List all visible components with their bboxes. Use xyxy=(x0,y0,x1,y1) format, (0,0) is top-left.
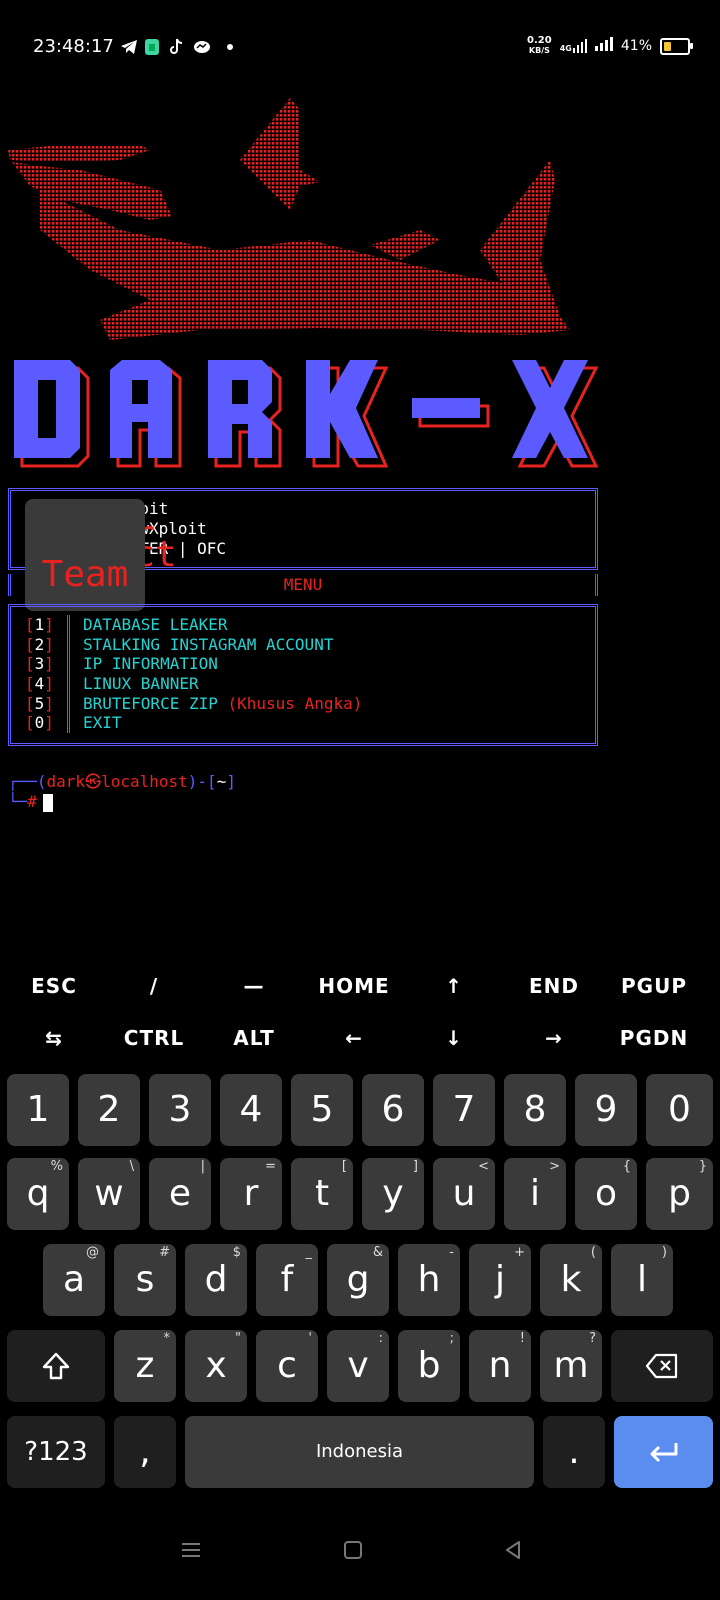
key-u[interactable]: u < xyxy=(433,1158,495,1230)
enter-key[interactable] xyxy=(614,1416,713,1488)
key-q[interactable]: q% xyxy=(7,1158,69,1230)
pgdn-key[interactable]: PGDN xyxy=(604,1012,704,1064)
status-bar: 23:48:17 0.20 KB/S 4G 41% xyxy=(0,0,720,96)
alt-key[interactable]: ALT xyxy=(204,1012,304,1064)
key-i[interactable]: i > xyxy=(504,1158,566,1230)
key-9[interactable]: 9 xyxy=(575,1074,637,1146)
battery-icon xyxy=(660,37,693,55)
back-nav-icon[interactable] xyxy=(503,1540,523,1564)
key-n[interactable]: n! xyxy=(469,1330,531,1402)
key-w[interactable]: w \ xyxy=(78,1158,140,1230)
key-r[interactable]: r = xyxy=(220,1158,282,1230)
dot-icon xyxy=(226,38,234,56)
key-y[interactable]: y] xyxy=(362,1158,424,1230)
menu-nav-icon[interactable] xyxy=(180,1540,202,1564)
menu-option: [3] IP INFORMATION xyxy=(25,654,218,675)
menu-option: [1] DATABASE LEAKER xyxy=(25,615,228,635)
key-t[interactable]: t[ xyxy=(291,1158,353,1230)
key-h[interactable]: h- xyxy=(398,1244,460,1316)
info-row-team: Team:DARK XPLOITER | OFC xyxy=(25,539,581,611)
key-7[interactable]: 7 xyxy=(433,1074,495,1146)
ctrl-key[interactable]: CTRL xyxy=(104,1012,204,1064)
pgup-key[interactable]: PGUP xyxy=(604,960,704,1012)
menu-option: [5] BRUTEFORCE ZIP (Khusus Angka) xyxy=(25,693,363,714)
info-row-contact: Contact:t.me/ShadowXploit xyxy=(25,519,581,591)
right-arrow-key[interactable]: → xyxy=(504,1012,604,1064)
comma-key[interactable]: , xyxy=(114,1416,176,1488)
key-g[interactable]: g & xyxy=(327,1244,389,1316)
key-5[interactable]: 5 xyxy=(291,1074,353,1146)
key-f[interactable]: f _ xyxy=(256,1244,318,1316)
home-nav-icon[interactable] xyxy=(343,1540,363,1564)
soft-keyboard: 1 2 3 4 5 6 7 8 9 0 q% w \ e | r = t[ y] u <… xyxy=(0,1068,720,1518)
slash-key[interactable]: / xyxy=(104,960,204,1012)
navigation-bar xyxy=(0,1520,720,1600)
network-4g-icon: 4G xyxy=(560,39,587,53)
period-key[interactable]: . xyxy=(543,1416,605,1488)
net-speed: 0.20 KB/S xyxy=(527,35,552,56)
clock: 23:48:17 xyxy=(33,36,114,57)
key-a[interactable]: a @ xyxy=(43,1244,105,1316)
menu-option: [2] STALKING INSTAGRAM ACCOUNT xyxy=(25,634,334,655)
dash-key[interactable]: — xyxy=(204,960,304,1012)
key-s[interactable]: s # xyxy=(114,1244,176,1316)
info-row-author: Author:Shadow Xploit xyxy=(25,499,581,571)
key-1[interactable]: 1 xyxy=(7,1074,69,1146)
signal-icon xyxy=(594,37,613,55)
sim-icon xyxy=(144,38,160,56)
backspace-icon xyxy=(645,1353,678,1379)
symbols-key[interactable]: ?123 xyxy=(7,1416,105,1488)
text-cursor xyxy=(42,793,53,812)
battery-percent: 41% xyxy=(620,38,652,54)
menu-option: [0] EXIT xyxy=(25,713,122,734)
key-b[interactable]: b; xyxy=(398,1330,460,1402)
up-arrow-key[interactable]: ↑ xyxy=(404,960,504,1012)
left-arrow-key[interactable]: ← xyxy=(304,1012,404,1064)
esc-key[interactable]: ESC xyxy=(4,960,104,1012)
status-right: 0.20 KB/S 4G 41% xyxy=(527,35,693,56)
home-key[interactable]: HOME xyxy=(304,960,404,1012)
end-key[interactable]: END xyxy=(504,960,604,1012)
tab-key[interactable]: ⇆ xyxy=(4,1012,104,1064)
key-2[interactable]: 2 xyxy=(78,1074,140,1146)
info-box: Author:Shadow Xploit Contact:t.me/Shadow… xyxy=(8,488,598,611)
key-8[interactable]: 8 xyxy=(504,1074,566,1146)
key-d[interactable]: d $ xyxy=(185,1244,247,1316)
menu-title: MENU xyxy=(8,574,598,596)
key-e[interactable]: e | xyxy=(149,1158,211,1230)
menu-options-box: [1] DATABASE LEAKER [2] STALKING INSTAGRAM… xyxy=(8,604,598,746)
backspace-key[interactable] xyxy=(611,1330,713,1402)
key-l[interactable]: l) xyxy=(611,1244,673,1316)
down-arrow-key[interactable]: ↓ xyxy=(404,1012,504,1064)
key-z[interactable]: z * xyxy=(114,1330,176,1402)
termux-extra-keys: ESC / — HOME ↑ END PGUP ⇆ CTRL ALT ← ↓ →… xyxy=(0,960,720,1064)
key-k[interactable]: k( xyxy=(540,1244,602,1316)
key-c[interactable]: c ' xyxy=(256,1330,318,1402)
key-p[interactable]: p} xyxy=(646,1158,713,1230)
key-x[interactable]: x " xyxy=(185,1330,247,1402)
dark-x-logo xyxy=(14,360,599,468)
key-m[interactable]: m? xyxy=(540,1330,602,1402)
shift-key[interactable] xyxy=(7,1330,105,1402)
shell-prompt[interactable]: ┌──(dark㉿localhost)-[~] └─# xyxy=(8,772,236,812)
key-j[interactable]: j + xyxy=(469,1244,531,1316)
tiktok-icon xyxy=(168,38,184,56)
key-0[interactable]: 0 xyxy=(646,1074,713,1146)
key-o[interactable]: o{ xyxy=(575,1158,637,1230)
shark-ascii-art xyxy=(8,98,570,340)
key-6[interactable]: 6 xyxy=(362,1074,424,1146)
key-v[interactable]: v: xyxy=(327,1330,389,1402)
messenger-icon xyxy=(193,38,211,56)
telegram-icon xyxy=(120,38,138,56)
space-bar[interactable]: Indonesia xyxy=(185,1416,534,1488)
menu-option: [4] LINUX BANNER xyxy=(25,674,199,694)
enter-icon xyxy=(650,1443,677,1463)
shift-icon xyxy=(42,1352,70,1380)
key-3[interactable]: 3 xyxy=(149,1074,211,1146)
key-4[interactable]: 4 xyxy=(220,1074,282,1146)
